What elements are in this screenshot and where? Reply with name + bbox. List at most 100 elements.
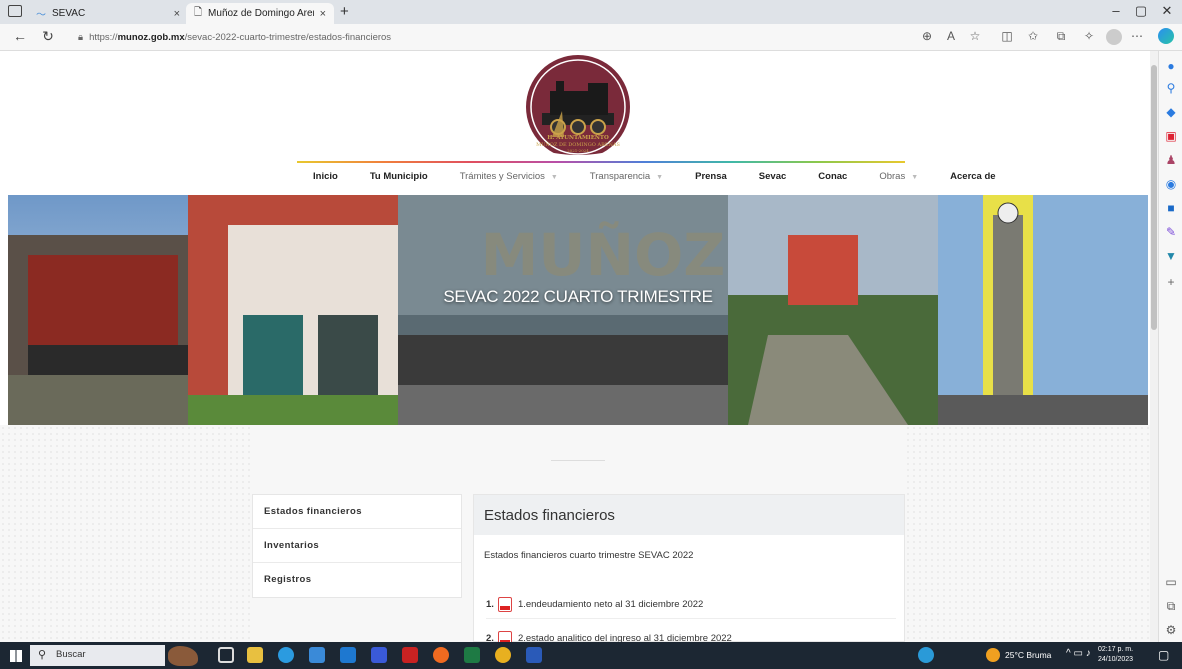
restore-button[interactable]: ▢ [1130,3,1152,19]
sidebar-item-inventarios[interactable]: Inventarios [253,529,461,563]
mail-icon[interactable] [340,647,356,663]
edge-taskbar-icon[interactable] [278,647,294,663]
sidebar-item-estados-financieros[interactable]: Estados financieros [253,495,461,529]
toolbox-icon[interactable]: ▣ [1160,129,1182,143]
weather-text[interactable]: 25°C Bruma [1005,650,1051,660]
office-icon[interactable]: ◉ [1160,177,1182,191]
collections-icon[interactable]: ⧉ [1052,29,1070,44]
web-page: H. AYUNTAMIENTO MUÑOZ DE DOMINGO ARENAS … [0,51,1150,642]
main-navigation: Inicio Tu Municipio Trámites y Servicios… [297,161,996,191]
app-red-icon[interactable] [402,647,418,663]
more-options-icon[interactable]: ⋯ [1128,29,1146,43]
lock-icon: 🔒︎ [78,32,84,43]
sidebar-item-registros[interactable]: Registros [253,563,461,597]
outlook-icon[interactable]: ■ [1160,201,1182,215]
todo-icon[interactable] [371,647,387,663]
close-window-button[interactable]: ✕ [1156,3,1178,19]
tab-title: Muñoz de Domingo Arenas [208,8,314,19]
url-prefix: https:// [89,32,118,43]
content-title: Estados financieros [474,495,904,535]
windows-start-icon[interactable] [10,650,22,662]
system-tray-icons[interactable]: ^ ▭ ♪ [1066,648,1091,659]
taskbar-app-icon[interactable] [918,647,934,663]
new-tab-button[interactable]: + [340,3,349,20]
copilot-icon[interactable] [1158,28,1174,44]
nav-inicio[interactable]: Inicio [297,171,354,182]
logo-line-1: H. AYUNTAMIENTO [547,135,609,141]
minimize-button[interactable]: – [1105,3,1127,18]
taskbar-clock[interactable]: 02:17 p. m. 24/10/2023 [1098,645,1133,665]
word-icon[interactable] [526,647,542,663]
refresh-icon[interactable]: ↻ [38,28,58,45]
tab-actions-icon[interactable] [8,5,22,17]
firefox-icon[interactable] [433,647,449,663]
extensions-icon[interactable]: ✧ [1080,29,1098,43]
favorites-icon[interactable]: ✩ [1024,29,1042,43]
excel-icon[interactable] [464,647,480,663]
nav-tramites-label: Trámites y Servicios [459,170,545,182]
document-link[interactable]: 2.estado analitico del ingreso al 31 dic… [518,633,732,642]
read-aloud-icon[interactable]: A [942,29,960,43]
settings-gear-icon[interactable]: ⚙ [1160,623,1182,637]
decorative-pattern-left [0,425,250,642]
shopping-tag-icon[interactable]: ◆ [1160,105,1182,119]
document-link[interactable]: 1.endeudamiento neto al 31 diciembre 202… [518,599,703,610]
content-subtitle: Estados financieros cuarto trimestre SEV… [484,550,694,561]
horse-widget-icon[interactable] [168,646,198,666]
page-favicon-icon: 🗋 [194,7,203,18]
banner-title: SEVAC 2022 CUARTO TRIMESTRE [443,287,713,306]
close-tab-icon[interactable]: × [174,8,180,20]
nav-prensa[interactable]: Prensa [679,171,743,182]
notification-icon[interactable]: ● [1160,59,1182,73]
task-view-icon[interactable] [218,647,234,663]
external-link-icon[interactable]: ⧉ [1160,599,1182,614]
tab-title: SEVAC [52,8,86,19]
nav-obras[interactable]: Obras ▼ [863,171,934,182]
document-item[interactable]: 1. 1.endeudamiento neto al 31 diciembre … [486,597,896,619]
explorer-icon[interactable] [247,647,263,663]
tab-sevac[interactable]: 〜 SEVAC × [28,3,188,24]
drop-icon[interactable]: ▼ [1160,249,1182,263]
chevron-down-icon: ▼ [911,173,919,181]
nav-transparencia-label: Transparencia [589,170,651,182]
close-tab-icon[interactable]: × [320,8,326,20]
url-path: /sevac-2022-cuarto-trimestre/estados-fin… [184,32,392,43]
nav-obras-label: Obras [879,170,906,182]
taskbar-search[interactable]: ⚲ Buscar [30,645,165,666]
url-field[interactable]: 🔒︎ https://munoz.gob.mx/sevac-2022-cuarto… [68,28,888,47]
sidebar-panel-icon[interactable]: ▭ [1160,575,1182,589]
chevron-down-icon: ▼ [550,173,558,181]
clock-time: 02:17 p. m. [1098,646,1134,653]
people-icon[interactable]: ♟ [1160,153,1182,167]
nav-tu-municipio[interactable]: Tu Municipio [354,171,444,182]
profile-avatar[interactable] [1106,29,1122,45]
document-number: 1. [486,599,494,610]
back-icon[interactable]: ← [10,28,30,44]
nav-acerca-de[interactable]: Acerca de [934,171,1011,182]
chrome-icon[interactable] [495,647,511,663]
address-toolbar: ← ↻ 🔒︎ https://munoz.gob.mx/sevac-2022-cu… [0,24,1182,51]
nav-sevac[interactable]: Sevac [743,171,802,182]
nav-conac[interactable]: Conac [802,171,863,182]
zoom-icon[interactable]: ⊕ [918,29,936,43]
search-label: Buscar [56,649,86,660]
tab-munoz[interactable]: 🗋 Muñoz de Domingo Arenas × [186,3,334,24]
clock-date: 24/10/2023 [1098,656,1134,663]
pdf-icon [497,631,512,642]
url-domain: munoz.gob.mx [117,32,185,43]
designer-icon[interactable]: ✎ [1160,225,1182,239]
split-screen-icon[interactable]: ◫ [998,29,1016,43]
document-item[interactable]: 2. 2.estado analitico del ingreso al 31 … [486,631,896,642]
ayuntamiento-logo[interactable]: H. AYUNTAMIENTO MUÑOZ DE DOMINGO ARENAS … [522,51,634,163]
add-icon[interactable]: + [1160,275,1182,289]
nav-transparencia[interactable]: Transparencia ▼ [574,171,679,182]
favorite-star-icon[interactable]: ☆ [966,29,984,43]
store-icon[interactable] [309,647,325,663]
scrollbar-thumb[interactable] [1151,65,1157,330]
nav-tramites[interactable]: Trámites y Servicios ▼ [444,171,574,182]
notifications-icon[interactable]: ▢ [1158,648,1169,662]
pdf-icon [497,597,512,612]
search-icon[interactable]: ⚲ [1160,81,1182,95]
search-icon: ⚲ [38,649,47,661]
banner-collage-image: MUÑOZ [8,195,1148,425]
